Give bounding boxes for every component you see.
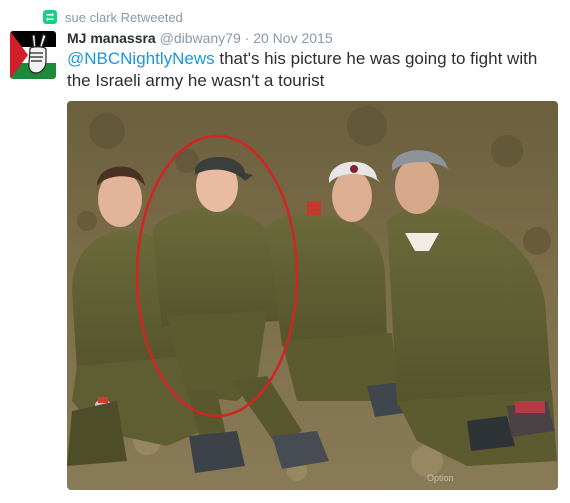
tweet-photo[interactable]: Option <box>67 101 558 490</box>
retweet-context[interactable]: sue clark Retweeted <box>43 9 183 25</box>
author-handle[interactable]: @dibwany79 <box>160 30 241 46</box>
retweet-icon <box>43 10 57 24</box>
avatar-palestinian-flag-peace-sign-icon <box>10 31 56 79</box>
header-separator: · <box>244 30 250 46</box>
tweet-text: @NBCNightlyNews that's his picture he wa… <box>67 48 562 92</box>
avatar[interactable] <box>10 31 56 79</box>
photo-watermark: Option <box>427 473 454 483</box>
retweet-label[interactable]: sue clark Retweeted <box>65 10 183 25</box>
tweet-timestamp[interactable]: 20 Nov 2015 <box>253 30 332 46</box>
media-caption-hint <box>225 494 243 498</box>
author-name[interactable]: MJ manassra <box>67 30 156 46</box>
mention-link[interactable]: @NBCNightlyNews <box>67 49 215 68</box>
tweet-header: MJ manassra @dibwany79 · 20 Nov 2015 <box>67 30 333 46</box>
photo-soldiers-icon: Option <box>67 101 558 490</box>
